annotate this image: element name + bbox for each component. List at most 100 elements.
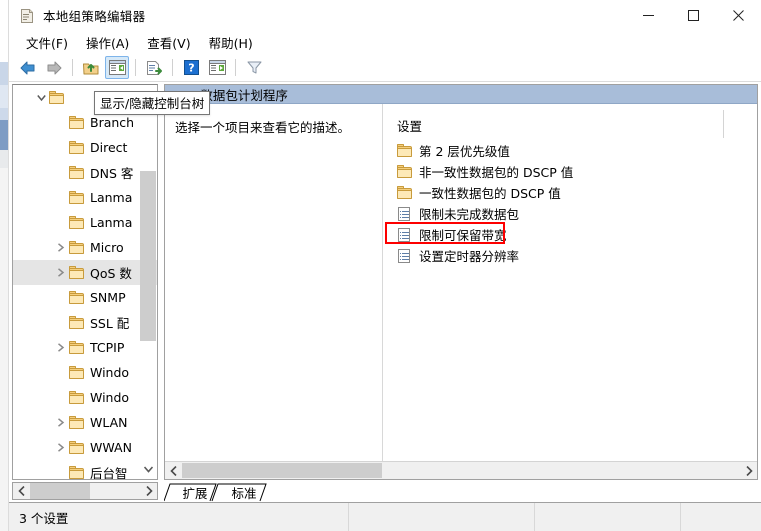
export-list-button[interactable]	[142, 56, 166, 79]
show-hide-console-tree-button[interactable]	[105, 56, 129, 79]
tab-standard[interactable]: 标准	[225, 484, 263, 501]
tree-expander-spacer	[53, 310, 69, 335]
toolbar-separator	[135, 59, 136, 76]
description-text: 选择一个项目来查看它的描述。	[175, 120, 351, 135]
close-button[interactable]	[716, 0, 761, 31]
tree-item-TCPIP[interactable]: TCPIP	[13, 335, 157, 360]
minimize-button[interactable]	[626, 0, 671, 31]
tree-expander-spacer	[53, 135, 69, 160]
show-action-pane-button[interactable]	[205, 56, 229, 79]
tree-item-DNS 客[interactable]: DNS 客	[13, 160, 157, 185]
column-divider	[723, 110, 724, 138]
maximize-button[interactable]	[671, 0, 716, 31]
tree-list: Branch Direct DNS 客 Lanma Lanma Micro QoS 数 SNM…	[13, 85, 157, 480]
tree-item-Lanma[interactable]: Lanma	[13, 210, 157, 235]
tree-vertical-scrollbar-thumb[interactable]	[140, 171, 156, 341]
svg-text:?: ?	[188, 62, 194, 75]
tree-item-Micro[interactable]: Micro	[13, 235, 157, 260]
setting-row[interactable]: 非一致性数据包的 DSCP 值	[383, 161, 757, 182]
tree-item-WWAN[interactable]: WWAN	[13, 435, 157, 460]
tree-item-label: WLAN	[90, 415, 128, 430]
tree-hscroll-track[interactable]	[30, 483, 140, 499]
results-pane-body: 选择一个项目来查看它的描述。 设置 第 2 层优先级值非一致性数据包的 DSCP…	[165, 104, 757, 479]
chevron-down-icon[interactable]	[140, 461, 156, 478]
title-bar: 本地组策略编辑器	[9, 0, 761, 31]
chevron-right-icon[interactable]	[53, 260, 69, 285]
tree-horizontal-scrollbar[interactable]	[12, 482, 158, 500]
tree-item-WLAN[interactable]: WLAN	[13, 410, 157, 435]
menu-view[interactable]: 查看(V)	[138, 31, 199, 54]
folder-icon	[69, 265, 85, 280]
tree-item-Windo[interactable]: Windo	[13, 385, 157, 410]
chevron-right-icon[interactable]	[53, 335, 69, 360]
results-horizontal-scrollbar-thumb[interactable]	[182, 463, 382, 478]
scroll-right-icon[interactable]	[740, 463, 757, 479]
folder-icon	[49, 90, 65, 105]
tree-expander-spacer	[53, 385, 69, 410]
tree-item-Windo[interactable]: Windo	[13, 360, 157, 385]
tree-expander-spacer	[53, 160, 69, 185]
folder-icon	[69, 240, 85, 255]
setting-label: 设置定时器分辨率	[419, 249, 520, 264]
settings-list-pane[interactable]: 设置 第 2 层优先级值非一致性数据包的 DSCP 值一致性数据包的 DSCP …	[383, 104, 757, 479]
status-divider	[680, 503, 681, 531]
tree-vertical-scrollbar[interactable]	[140, 86, 156, 478]
menu-file[interactable]: 文件(F)	[17, 31, 77, 54]
back-button[interactable]	[16, 56, 40, 79]
scroll-left-icon[interactable]	[165, 463, 182, 479]
tree-item-SNMP[interactable]: SNMP	[13, 285, 157, 310]
setting-row[interactable]: 限制可保留带宽	[383, 224, 757, 245]
background-window-sliver	[0, 0, 8, 531]
folder-icon	[69, 315, 85, 330]
tree-expander-spacer	[53, 210, 69, 235]
setting-label: 非一致性数据包的 DSCP 值	[419, 165, 574, 180]
console-tree-pane[interactable]: Branch Direct DNS 客 Lanma Lanma Micro QoS 数 SNM…	[12, 84, 158, 480]
setting-row[interactable]: 一致性数据包的 DSCP 值	[383, 182, 757, 203]
tree-item-label: Branch	[90, 115, 135, 130]
status-bar: 3 个设置	[9, 502, 761, 531]
tree-item-label: Direct	[90, 140, 128, 155]
window-title: 本地组策略编辑器	[43, 9, 146, 24]
setting-label: 一致性数据包的 DSCP 值	[419, 186, 561, 201]
toolbar-separator	[72, 59, 73, 76]
tab-extended[interactable]: 扩展	[176, 484, 214, 501]
settings-list: 第 2 层优先级值非一致性数据包的 DSCP 值一致性数据包的 DSCP 值限制…	[383, 140, 757, 266]
tree-expander-spacer	[53, 285, 69, 310]
menu-action[interactable]: 操作(A)	[77, 31, 138, 54]
window-controls	[626, 0, 761, 31]
tree-item-label: 后台智	[90, 466, 128, 480]
settings-column-header[interactable]: 设置	[383, 116, 757, 135]
folder-icon	[69, 365, 85, 380]
folder-icon	[69, 140, 85, 155]
setting-row[interactable]: 第 2 层优先级值	[383, 140, 757, 161]
scroll-left-icon[interactable]	[13, 483, 30, 499]
tree-item-后台智[interactable]: 后台智	[13, 460, 157, 480]
help-button[interactable]: ?	[179, 56, 203, 79]
up-one-level-button[interactable]	[79, 56, 103, 79]
chevron-right-icon[interactable]	[53, 410, 69, 435]
tree-horizontal-scrollbar-thumb[interactable]	[30, 483, 90, 499]
setting-row[interactable]: 限制未完成数据包	[383, 203, 757, 224]
chevron-right-icon[interactable]	[53, 235, 69, 260]
tooltip-text: 显示/隐藏控制台树	[100, 96, 205, 111]
setting-row[interactable]: 设置定时器分辨率	[383, 245, 757, 266]
folder-icon	[69, 215, 85, 230]
results-horizontal-scrollbar[interactable]	[165, 461, 757, 479]
results-pane: QoS 数据包计划程序 选择一个项目来查看它的描述。 设置 第 2 层优先级值非…	[164, 84, 758, 480]
chevron-down-icon[interactable]	[33, 85, 49, 110]
policy-setting-icon	[397, 227, 413, 242]
forward-button[interactable]	[42, 56, 66, 79]
tree-item-Direct[interactable]: Direct	[13, 135, 157, 160]
setting-label: 第 2 层优先级值	[419, 144, 510, 159]
tree-item-QoS 数[interactable]: QoS 数	[13, 260, 157, 285]
tree-item-SSL 配[interactable]: SSL 配	[13, 310, 157, 335]
tree-item-Lanma[interactable]: Lanma	[13, 185, 157, 210]
scroll-right-icon[interactable]	[140, 483, 157, 499]
status-divider	[348, 503, 349, 531]
folder-icon	[397, 185, 413, 200]
menu-help[interactable]: 帮助(H)	[200, 31, 262, 54]
tree-item-label: Micro	[90, 240, 124, 255]
filter-funnel-icon[interactable]	[242, 56, 266, 79]
chevron-right-icon[interactable]	[53, 435, 69, 460]
status-text: 3 个设置	[19, 510, 69, 526]
